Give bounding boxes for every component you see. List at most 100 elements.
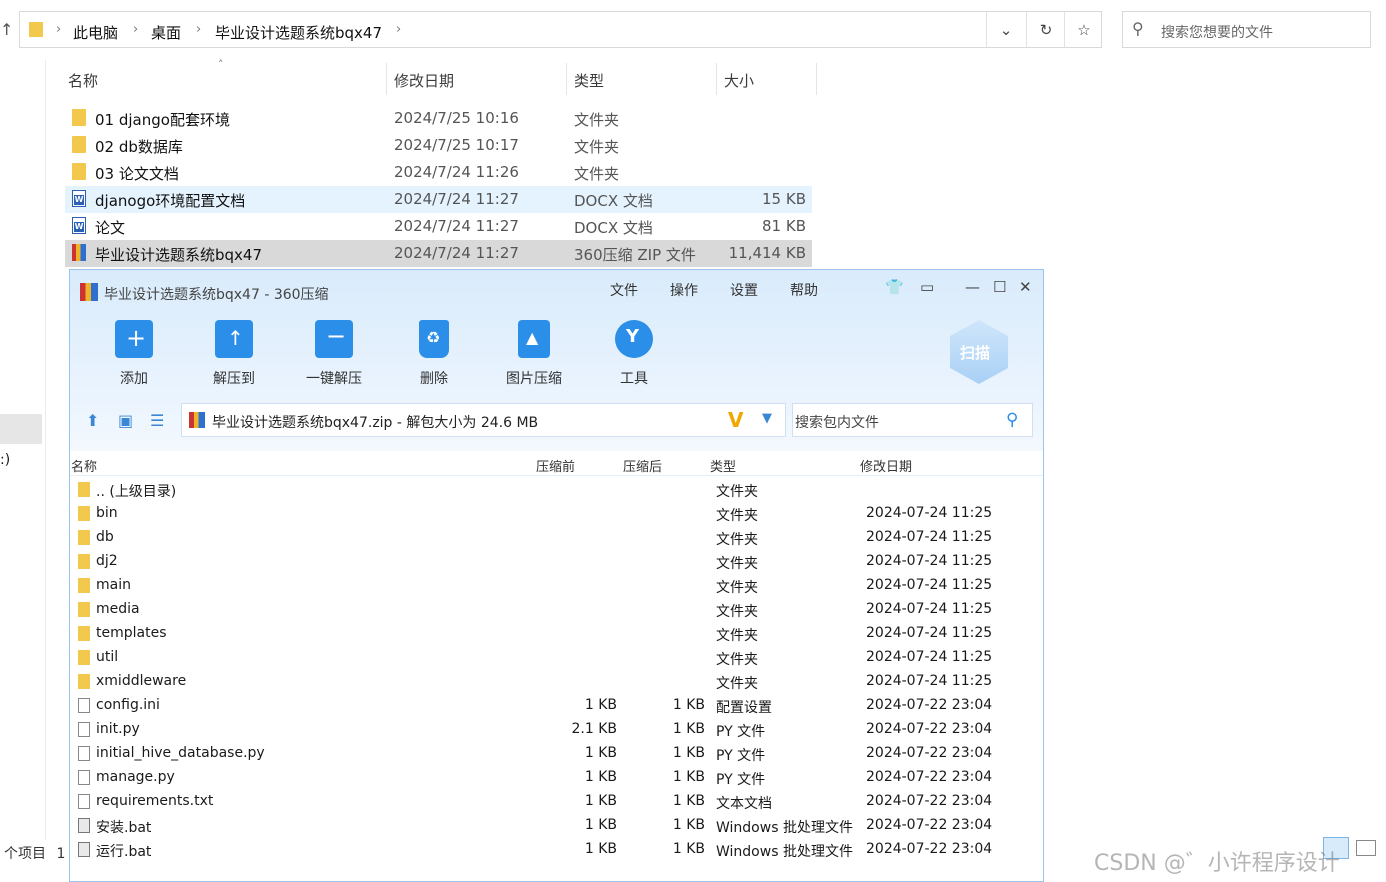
archive-row[interactable]: requirements.txt 1 KB 1 KB 文本文档 2024-07-… [70, 790, 1043, 814]
folder-icon [78, 650, 90, 665]
archive-row[interactable]: initial_hive_database.py 1 KB 1 KB PY 文件… [70, 742, 1043, 766]
archive-row[interactable]: manage.py 1 KB 1 KB PY 文件 2024-07-22 23:… [70, 766, 1043, 790]
file-row-selected[interactable]: 毕业设计选题系统bqx47 2024/7/24 11:27 360压缩 ZIP … [65, 240, 812, 267]
entry-date: 2024-07-24 11:25 [866, 649, 993, 665]
zip-column-name-header[interactable]: 名称 [71, 456, 97, 475]
archive-row[interactable]: config.ini 1 KB 1 KB 配置设置 2024-07-22 23:… [70, 694, 1043, 718]
file-type: 360压缩 ZIP 文件 [574, 246, 696, 264]
folder-icon [78, 674, 90, 689]
file-row[interactable]: djanogo环境配置文档 2024/7/24 11:27 DOCX 文档 15… [65, 186, 812, 213]
archive-search-input[interactable]: 搜索包内文件 ⚲ [792, 403, 1033, 437]
tools-icon: Y [615, 320, 653, 358]
history-dropdown-button[interactable]: ⌄ [986, 12, 1025, 47]
entry-date: 2024-07-22 23:04 [866, 745, 993, 761]
favorite-star-icon[interactable]: ☆ [1064, 12, 1103, 47]
menu-settings[interactable]: 设置 [730, 280, 758, 300]
entry-date: 2024-07-24 11:25 [866, 529, 993, 545]
chevron-right-icon: › [56, 22, 62, 37]
address-bar[interactable]: › 此电脑 › 桌面 › 毕业设计选题系统bqx47 › ⌄ ↻ ☆ [19, 11, 1102, 48]
zip-column-date-header[interactable]: 修改日期 [860, 456, 912, 475]
archive-path-box[interactable]: 毕业设计选题系统bqx47.zip - 解包大小为 24.6 MB V ▼ [181, 403, 786, 437]
tool-one-click-extract-button[interactable]: − 一键解压 [289, 320, 379, 388]
archive-row[interactable]: templates 文件夹 2024-07-24 11:25 [70, 622, 1043, 646]
file-name: 论文 [95, 219, 126, 237]
file-row[interactable]: 论文 2024/7/24 11:27 DOCX 文档 81 KB [65, 213, 812, 240]
one-click-extract-icon: − [315, 320, 353, 358]
close-button[interactable]: ✕ [1019, 278, 1032, 296]
refresh-icon[interactable]: ↻ [1026, 12, 1065, 47]
entry-type: PY 文件 [716, 724, 766, 740]
skin-shirt-icon[interactable]: 👕 [885, 278, 904, 296]
zip-column-before-header[interactable]: 压缩前 [536, 456, 575, 475]
archive-row[interactable]: xmiddleware 文件夹 2024-07-24 11:25 [70, 670, 1043, 694]
tool-tools-button[interactable]: Y 工具 [589, 320, 679, 388]
explorer-search-input[interactable]: ⚲ 搜索您想要的文件 [1122, 11, 1371, 48]
archive-row[interactable]: bin 文件夹 2024-07-24 11:25 [70, 502, 1043, 526]
entry-date: 2024-07-22 23:04 [866, 793, 993, 809]
column-size-header[interactable]: 大小 [724, 70, 754, 91]
file-row[interactable]: 03 论文文档 2024/7/24 11:26 文件夹 [65, 159, 812, 186]
entry-type: PY 文件 [716, 772, 766, 788]
entry-name: xmiddleware [96, 673, 187, 689]
entry-name: config.ini [96, 697, 160, 713]
breadcrumb-desktop[interactable]: 桌面 [151, 22, 181, 43]
up-level-icon[interactable]: ⬆ [86, 411, 99, 430]
zip-column-after-header[interactable]: 压缩后 [623, 456, 662, 475]
entry-date: 2024-07-24 11:25 [866, 601, 993, 617]
archive-row[interactable]: init.py 2.1 KB 1 KB PY 文件 2024-07-22 23:… [70, 718, 1043, 742]
entry-name: templates [96, 625, 167, 641]
tool-image-compress-button[interactable]: ▲ 图片压缩 [489, 320, 579, 388]
chevron-right-icon: › [196, 22, 202, 37]
column-divider [386, 63, 387, 95]
archive-row[interactable]: 安装.bat 1 KB 1 KB Windows 批处理文件 2024-07-2… [70, 814, 1043, 838]
maximize-button[interactable]: ☐ [993, 278, 1006, 296]
zip-column-type-header[interactable]: 类型 [710, 456, 736, 475]
archive-row[interactable]: main 文件夹 2024-07-24 11:25 [70, 574, 1043, 598]
tool-delete-button[interactable]: ♻ 删除 [389, 320, 479, 388]
tool-extract-to-button[interactable]: ↑ 解压到 [189, 320, 279, 388]
column-divider [816, 63, 817, 95]
minimize-button[interactable]: — [965, 278, 980, 296]
folder-icon [78, 482, 90, 497]
column-name-header[interactable]: 名称 [68, 70, 98, 91]
menu-help[interactable]: 帮助 [790, 280, 818, 300]
left-pane-selected-item[interactable] [0, 414, 42, 444]
scan-button[interactable]: 扫描 [950, 320, 1008, 384]
folder-icon [78, 506, 90, 521]
column-type-header[interactable]: 类型 [574, 70, 604, 91]
entry-name: .. (上级目录) [96, 484, 177, 500]
list-view-icon[interactable]: ☰ [150, 411, 164, 430]
archive-row[interactable]: util 文件夹 2024-07-24 11:25 [70, 646, 1043, 670]
chevron-right-icon: › [133, 22, 139, 37]
file-row[interactable]: 01 django配套环境 2024/7/25 10:16 文件夹 [65, 105, 812, 132]
archive-row[interactable]: dj2 文件夹 2024-07-24 11:25 [70, 550, 1043, 574]
breadcrumb-current-folder[interactable]: 毕业设计选题系统bqx47 [215, 22, 382, 43]
entry-after: 1 KB [672, 769, 705, 785]
entry-type: 配置设置 [716, 700, 772, 716]
file-type: DOCX 文档 [574, 219, 653, 237]
archive-row[interactable]: db 文件夹 2024-07-24 11:25 [70, 526, 1043, 550]
folder-icon [72, 136, 86, 153]
entry-name: 安装.bat [96, 820, 152, 836]
file-row[interactable]: 02 db数据库 2024/7/25 10:17 文件夹 [65, 132, 812, 159]
archive-row[interactable]: 运行.bat 1 KB 1 KB Windows 批处理文件 2024-07-2… [70, 838, 1043, 862]
entry-before: 1 KB [584, 841, 617, 857]
large-icons-view-icon[interactable] [1356, 840, 1376, 856]
column-date-header[interactable]: 修改日期 [394, 70, 454, 91]
text-file-icon [78, 794, 90, 809]
feedback-icon[interactable]: ▭ [920, 278, 934, 296]
breadcrumb-this-pc[interactable]: 此电脑 [73, 22, 118, 43]
entry-before: 1 KB [584, 793, 617, 809]
path-dropdown-arrow-icon[interactable]: ▼ [762, 411, 772, 426]
menu-file[interactable]: 文件 [610, 280, 638, 300]
archive-row[interactable]: .. (上级目录) 文件夹 [70, 478, 1043, 502]
file-name: 03 论文文档 [95, 165, 179, 183]
verified-v-icon: V [728, 408, 744, 432]
thumbnail-view-icon[interactable]: ▣ [118, 411, 133, 430]
menu-operation[interactable]: 操作 [670, 280, 698, 300]
back-arrow-icon[interactable]: ↑ [0, 20, 13, 39]
file-icon [78, 722, 90, 737]
tool-add-button[interactable]: + 添加 [89, 320, 179, 388]
entry-before: 1 KB [584, 817, 617, 833]
archive-row[interactable]: media 文件夹 2024-07-24 11:25 [70, 598, 1043, 622]
